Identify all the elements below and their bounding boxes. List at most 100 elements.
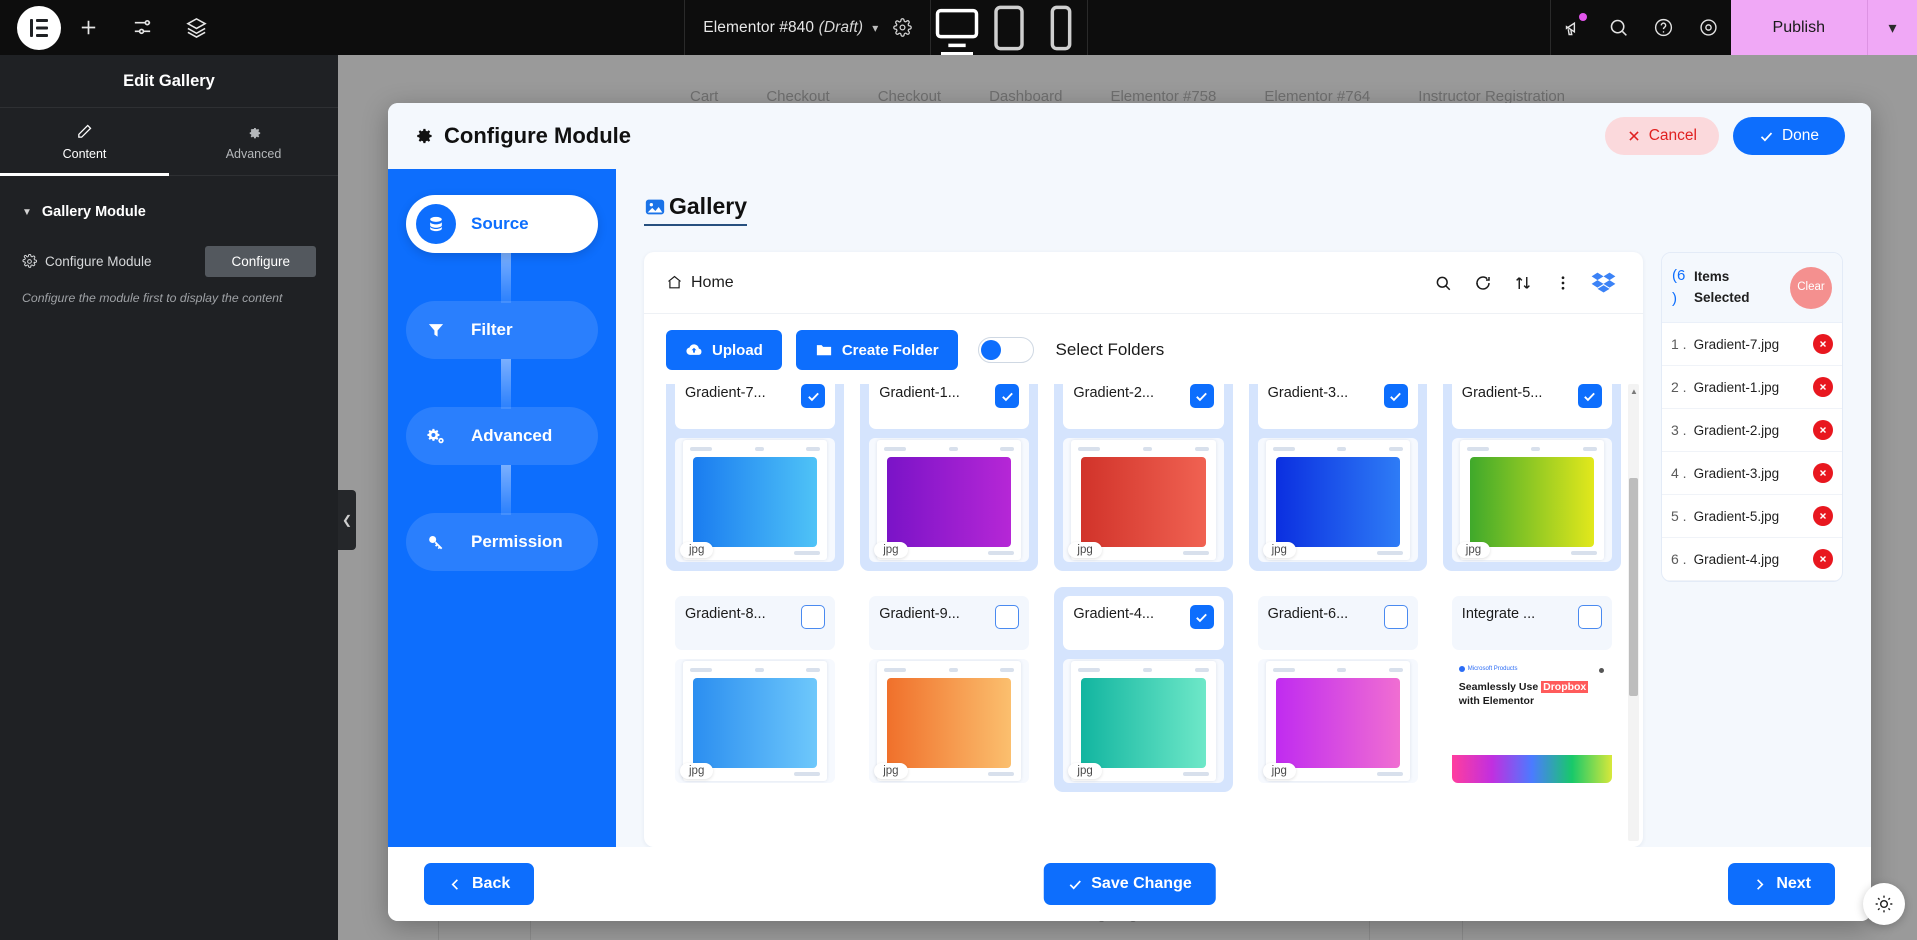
elementor-logo-icon[interactable] — [17, 5, 61, 50]
image-icon — [645, 199, 665, 214]
breadcrumb[interactable]: Home — [666, 274, 734, 292]
selected-item-row: 3 . Gradient-2.jpg — [1662, 409, 1842, 452]
megaphone-icon[interactable] — [1551, 0, 1596, 55]
file-card[interactable]: Gradient-7... jpg — [666, 384, 845, 571]
clear-selection-button[interactable]: Clear — [1790, 266, 1832, 309]
file-extension-badge: jpg — [680, 763, 714, 779]
gallery-heading-label: Gallery — [669, 193, 747, 219]
gear-icon[interactable] — [887, 18, 912, 37]
file-card[interactable]: Gradient-5... jpg — [1442, 384, 1621, 571]
next-button[interactable]: Next — [1728, 863, 1835, 905]
tab-content-label: Content — [62, 146, 107, 161]
eye-icon[interactable] — [1686, 0, 1731, 55]
step-advanced-label: Advanced — [471, 426, 553, 445]
cancel-button-label: Cancel — [1648, 127, 1697, 144]
file-thumbnail: jpg — [1257, 438, 1418, 562]
device-mobile-button[interactable] — [1035, 0, 1087, 55]
upload-button[interactable]: Upload — [666, 330, 782, 370]
file-select-checkbox[interactable] — [995, 384, 1020, 408]
file-card[interactable]: Gradient-2... jpg — [1054, 384, 1233, 571]
configure-hint: Configure the module first to display th… — [22, 291, 283, 305]
done-button[interactable]: Done — [1732, 117, 1845, 155]
search-icon[interactable] — [1596, 0, 1641, 55]
promo-brand: Microsoft Products — [1458, 666, 1605, 672]
file-card[interactable]: Gradient-6... jpg — [1248, 587, 1427, 792]
database-icon — [416, 204, 456, 244]
promo-name: Integrate ... — [1461, 606, 1536, 622]
plus-icon[interactable] — [61, 0, 115, 55]
file-select-checkbox[interactable] — [1577, 384, 1602, 408]
panel-title: Edit Gallery — [0, 55, 338, 108]
tab-content[interactable]: Content — [0, 108, 169, 176]
selected-items-panel: (6 ) Items Selected Clear 1 . Gradient-7.… — [1661, 252, 1843, 582]
gear-icon — [417, 128, 432, 144]
remove-selected-item-x-circle-icon[interactable] — [1813, 334, 1833, 354]
file-select-checkbox[interactable] — [801, 384, 826, 408]
file-select-checkbox[interactable] — [1383, 384, 1408, 408]
remove-selected-item-x-circle-icon[interactable] — [1813, 420, 1833, 440]
file-extension-badge: jpg — [1068, 542, 1102, 558]
file-card[interactable]: Gradient-9... jpg — [860, 587, 1039, 792]
device-desktop-button[interactable] — [931, 0, 983, 55]
configure-module-modal: Configure Module Cancel Done Source Filt… — [388, 103, 1871, 921]
back-button[interactable]: Back — [424, 863, 535, 905]
layers-icon[interactable] — [169, 0, 223, 55]
step-filter[interactable]: Filter — [406, 301, 598, 359]
step-advanced[interactable]: Advanced — [406, 407, 598, 465]
file-grid-scrollbar[interactable]: ▲ — [1628, 384, 1639, 841]
file-card[interactable]: Gradient-8... jpg — [666, 587, 845, 792]
chevron-down-icon[interactable]: ▾ — [872, 21, 878, 35]
remove-selected-item-x-circle-icon[interactable] — [1813, 463, 1833, 483]
selected-item-row: 2 . Gradient-1.jpg — [1662, 366, 1842, 409]
step-source[interactable]: Source — [406, 195, 598, 253]
publish-options-chevron-down-icon[interactable]: ▾ — [1867, 0, 1917, 55]
file-select-checkbox[interactable] — [995, 605, 1020, 629]
file-extension-badge: jpg — [874, 542, 908, 558]
file-extension-badge: jpg — [1262, 542, 1296, 558]
remove-selected-item-x-circle-icon[interactable] — [1813, 377, 1833, 397]
select-folders-toggle[interactable] — [977, 337, 1034, 363]
save-change-button[interactable]: Save Change — [1043, 863, 1216, 905]
promo-card[interactable]: Integrate ... Microsoft Products Seamlessl… — [1442, 587, 1621, 792]
dropbox-icon[interactable] — [1585, 265, 1621, 301]
file-card-header: Gradient-4... — [1063, 596, 1224, 650]
configure-module-row: Configure Module Configure — [0, 220, 338, 277]
refresh-icon[interactable] — [1465, 265, 1501, 301]
modal-title: Configure Module — [444, 123, 631, 148]
section-gallery-module[interactable]: ▼ Gallery Module — [0, 176, 338, 220]
file-card[interactable]: Gradient-3... jpg — [1248, 384, 1427, 571]
file-name: Gradient-7... — [685, 385, 766, 401]
tab-advanced[interactable]: Advanced — [169, 108, 338, 175]
selected-item-name: Gradient-4.jpg — [1693, 551, 1780, 567]
file-select-checkbox[interactable] — [801, 605, 826, 629]
selected-count-close: ) — [1672, 289, 1677, 307]
selected-count-open: (6 — [1672, 267, 1686, 284]
promo-select-checkbox[interactable] — [1577, 605, 1602, 629]
remove-selected-item-x-circle-icon[interactable] — [1813, 506, 1833, 526]
file-select-checkbox[interactable] — [1383, 605, 1408, 629]
search-icon[interactable] — [1425, 265, 1461, 301]
panel-collapse-chevron-left-icon[interactable]: ❮ — [338, 490, 356, 550]
scroll-up-arrow-icon[interactable]: ▲ — [1630, 387, 1638, 396]
file-card[interactable]: Gradient-1... jpg — [860, 384, 1039, 571]
dots-vertical-icon[interactable] — [1545, 265, 1581, 301]
cancel-button[interactable]: Cancel — [1604, 117, 1719, 155]
question-circle-icon[interactable] — [1641, 0, 1686, 55]
file-select-checkbox[interactable] — [1189, 605, 1214, 629]
selected-item-index: 4 . — [1671, 465, 1687, 481]
file-card-header: Gradient-7... — [675, 384, 836, 429]
theme-toggle-sun-icon[interactable] — [1863, 883, 1905, 925]
remove-selected-item-x-circle-icon[interactable] — [1813, 549, 1833, 569]
sort-arrows-icon[interactable] — [1505, 265, 1541, 301]
publish-button[interactable]: Publish — [1730, 0, 1867, 55]
gallery-heading: Gallery — [644, 193, 747, 226]
step-permission[interactable]: Permission — [406, 513, 598, 571]
device-tablet-button[interactable] — [983, 0, 1035, 55]
create-folder-button[interactable]: Create Folder — [795, 330, 958, 370]
scrollbar-thumb[interactable] — [1629, 478, 1638, 696]
file-card[interactable]: Gradient-4... jpg — [1054, 587, 1233, 792]
document-title-area[interactable]: Elementor #840 (Draft) ▾ — [684, 0, 932, 55]
file-select-checkbox[interactable] — [1189, 384, 1214, 408]
sliders-icon[interactable] — [115, 0, 169, 55]
configure-button[interactable]: Configure — [205, 246, 316, 277]
